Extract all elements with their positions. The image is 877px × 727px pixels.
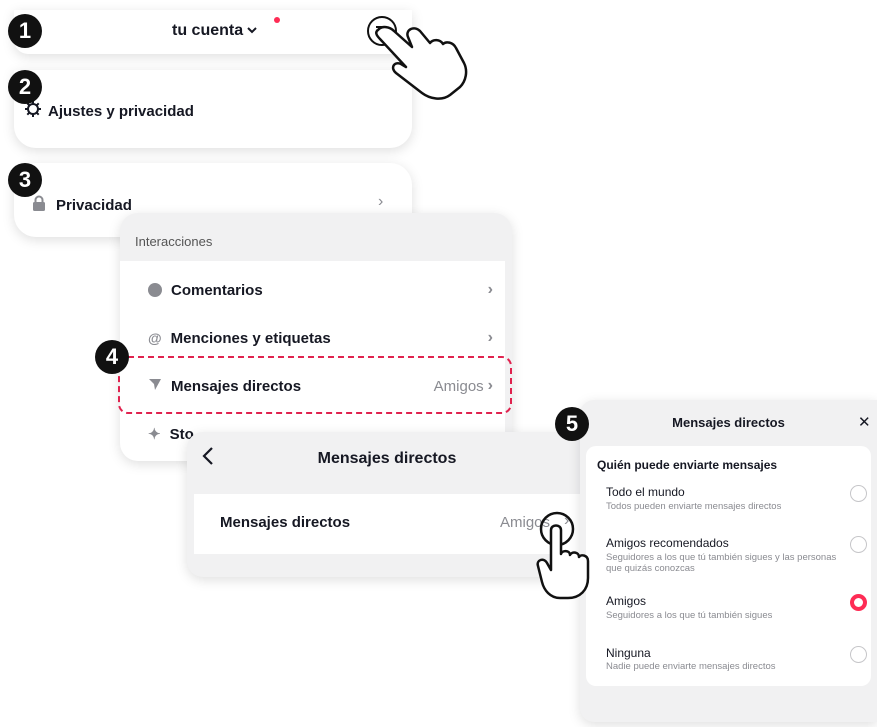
notification-dot <box>274 17 280 23</box>
settings-card: Ajustes y privacidad <box>14 70 412 148</box>
chevron-down-icon <box>246 22 258 40</box>
option-desc: Nadie puede enviarte mensajes directos <box>606 661 776 672</box>
lock-icon <box>32 195 46 215</box>
option-friends[interactable]: Amigos Seguidores a los que tú también s… <box>586 592 871 626</box>
comment-icon <box>148 283 162 297</box>
radio-button[interactable] <box>850 485 867 502</box>
option-label: Amigos recomendados <box>606 536 729 550</box>
chevron-right-icon: › <box>487 281 493 298</box>
chevron-right-icon: › <box>378 193 384 210</box>
account-header-card: tu cuenta <box>14 10 412 54</box>
option-label: Todo el mundo <box>606 485 685 499</box>
step-badge-3: 3 <box>8 163 42 197</box>
step-badge-5: 5 <box>555 407 589 441</box>
option-desc: Seguidores a los que tú también sigues y… <box>606 552 837 563</box>
comments-label: Comentarios <box>171 281 263 299</box>
account-label: tu cuenta <box>172 22 244 39</box>
pointing-hand-icon <box>375 25 468 100</box>
direct-messages-screen: Mensajes directos Mensajes directos Amig… <box>187 432 587 577</box>
option-label: Amigos <box>606 594 647 608</box>
row-label: Mensajes directos <box>220 514 351 531</box>
mentions-label: Menciones y etiquetas <box>170 329 331 347</box>
section-title: Interacciones <box>135 234 213 249</box>
option-nobody[interactable]: Ninguna Nadie puede enviarte mensajes di… <box>586 644 871 678</box>
highlight-box <box>118 356 512 414</box>
settings-and-privacy-item[interactable]: Ajustes y privacidad <box>24 100 194 122</box>
direct-messages-row[interactable]: Mensajes directos Amigos › <box>194 494 587 554</box>
privacy-label: Privacidad <box>56 196 132 214</box>
stories-item[interactable]: ✦ Sto <box>148 425 194 444</box>
radio-button-selected[interactable] <box>850 594 867 611</box>
option-desc-line2: que quizás conozcas <box>606 563 695 574</box>
close-icon[interactable]: ✕ <box>858 413 871 431</box>
chevron-right-icon: › <box>487 329 493 346</box>
radio-button[interactable] <box>850 646 867 663</box>
at-sign-icon: @ <box>148 330 162 346</box>
step-badge-2: 2 <box>8 70 42 104</box>
option-desc: Todos pueden enviarte mensajes directos <box>606 501 782 512</box>
comments-item[interactable]: Comentarios › <box>148 281 493 299</box>
radio-button[interactable] <box>850 536 867 553</box>
mentions-item[interactable]: @ Menciones y etiquetas › <box>148 329 493 347</box>
privacy-item[interactable]: Privacidad <box>32 195 132 215</box>
option-everyone[interactable]: Todo el mundo Todos pueden enviarte mens… <box>586 482 871 516</box>
who-can-message-panel: Mensajes directos ✕ Quién puede enviarte… <box>580 400 877 722</box>
options-subtitle: Quién puede enviarte mensajes <box>597 458 778 472</box>
sparkle-icon: ✦ <box>148 426 161 443</box>
pointing-hand-icon <box>536 511 590 600</box>
interactions-panel: Interacciones Comentarios › @ Menciones … <box>120 213 512 461</box>
screen-title: Mensajes directos <box>317 450 457 467</box>
step-badge-4: 4 <box>95 340 129 374</box>
option-desc: Seguidores a los que tú también sigues <box>606 610 773 621</box>
option-label: Ninguna <box>606 646 651 660</box>
settings-label: Ajustes y privacidad <box>48 102 194 120</box>
panel-title: Mensajes directos <box>672 415 785 430</box>
step-badge-1: 1 <box>8 14 42 48</box>
account-switcher[interactable]: tu cuenta <box>172 17 280 40</box>
option-recommended-friends[interactable]: Amigos recomendados Seguidores a los que… <box>586 532 871 578</box>
options-list: Quién puede enviarte mensajes Todo el mu… <box>586 446 871 686</box>
